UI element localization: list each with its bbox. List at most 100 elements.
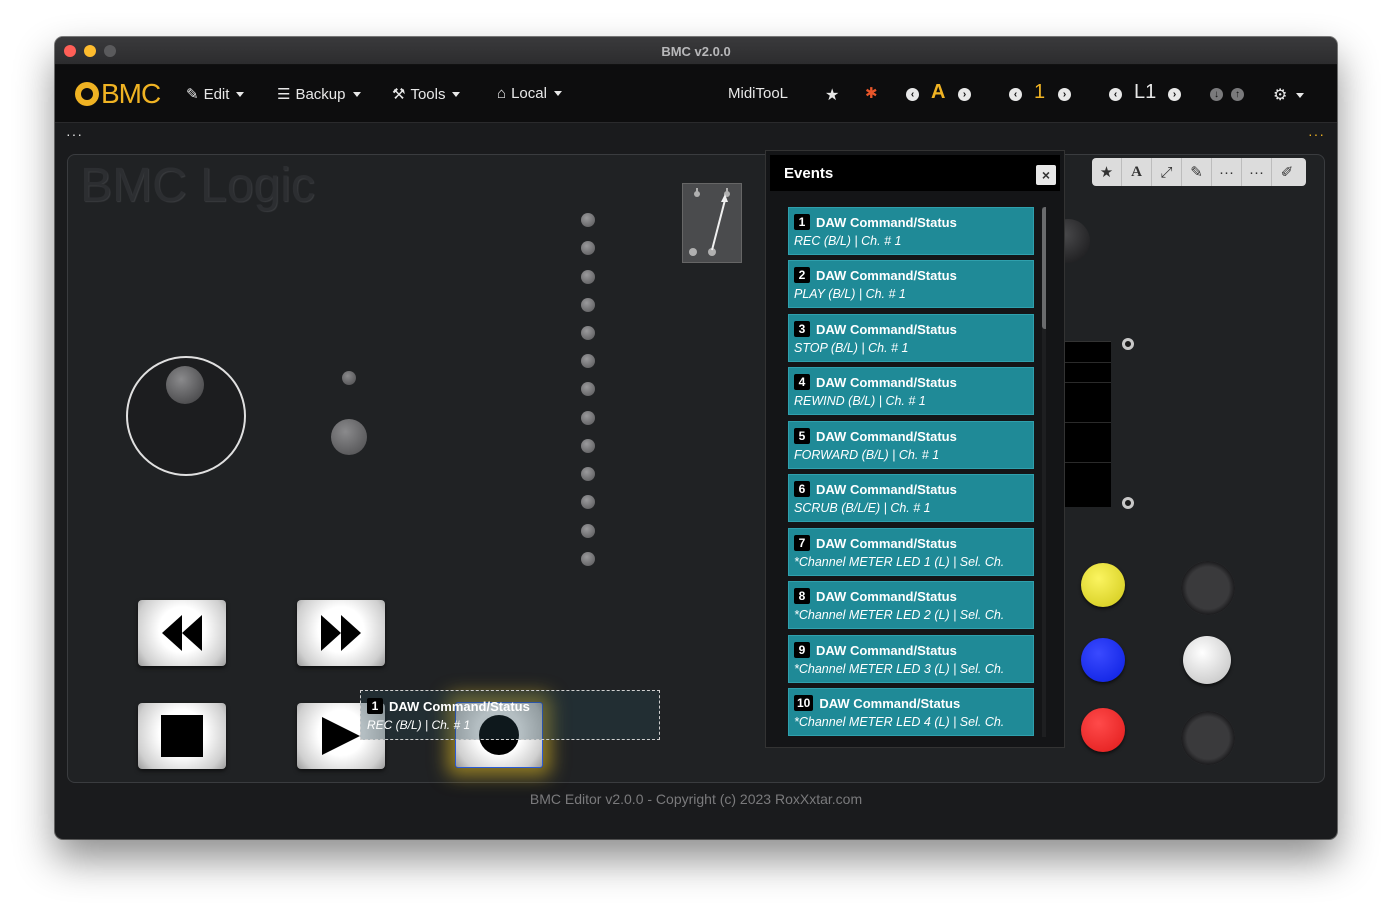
close-icon[interactable]: × — [1036, 165, 1056, 185]
event-item[interactable]: 1 DAW Command/Status REC (B/L) | Ch. # 1 — [788, 207, 1034, 255]
event-title: 5 DAW Command/Status — [794, 428, 957, 444]
events-list: 1 DAW Command/Status REC (B/L) | Ch. # 1 … — [784, 207, 1046, 737]
ellipsis-icon[interactable]: ··· — [1212, 158, 1242, 186]
white-led-button[interactable] — [1183, 636, 1231, 684]
event-item[interactable]: 2 DAW Command/Status PLAY (B/L) | Ch. # 1 — [788, 260, 1034, 308]
event-title: 10 DAW Command/Status — [794, 695, 960, 711]
bmc-logo[interactable]: BMC — [75, 78, 161, 109]
lcd-display[interactable] — [1065, 341, 1111, 507]
dark-button[interactable] — [1181, 711, 1235, 765]
bank-next-icon[interactable]: › — [1058, 88, 1071, 101]
star-icon[interactable]: ★ — [1092, 158, 1122, 186]
led-dot[interactable] — [581, 213, 595, 227]
sync-up-icon[interactable]: ↑ — [1231, 88, 1244, 101]
event-number: 9 — [794, 642, 810, 658]
dark-button[interactable] — [1181, 561, 1235, 615]
led-dot[interactable] — [581, 467, 595, 481]
menu-backup-label: Backup — [295, 85, 346, 103]
led-dot[interactable] — [581, 411, 595, 425]
logo-icon — [75, 82, 99, 106]
small-led[interactable] — [342, 371, 356, 385]
menu-local[interactable]: ⌂ Local — [497, 85, 562, 102]
forward-button[interactable] — [297, 600, 385, 666]
event-subtitle: SCRUB (B/L/E) | Ch. # 1 — [794, 501, 931, 515]
scrollbar-thumb[interactable] — [1042, 207, 1046, 329]
stop-icon — [161, 715, 203, 757]
bank-number: 1 — [1034, 81, 1046, 103]
event-title-text: DAW Command/Status — [816, 642, 957, 658]
layer-next-icon[interactable]: › — [1168, 88, 1181, 101]
chevron-down-icon[interactable] — [1296, 93, 1304, 98]
event-title-text: DAW Command/Status — [819, 695, 961, 711]
event-item[interactable]: 4 DAW Command/Status REWIND (B/L) | Ch. #… — [788, 367, 1034, 415]
led-dot[interactable] — [581, 354, 595, 368]
chevron-down-icon — [553, 91, 562, 96]
joystick-knob[interactable] — [166, 366, 204, 404]
logo-text: BMC — [101, 78, 161, 109]
event-item[interactable]: 8 DAW Command/Status *Channel METER LED 2… — [788, 581, 1034, 629]
red-led-button[interactable] — [1081, 708, 1125, 752]
led-dot[interactable] — [581, 382, 595, 396]
event-item[interactable]: 7 DAW Command/Status *Channel METER LED 1… — [788, 528, 1034, 576]
joystick[interactable] — [126, 356, 246, 476]
pot-knob[interactable] — [331, 419, 367, 455]
yellow-led-button[interactable] — [1081, 563, 1125, 607]
edit-icon[interactable]: ✐ — [1272, 158, 1302, 186]
events-title: Events — [784, 165, 834, 182]
led-dot[interactable] — [581, 552, 595, 566]
menu-backup[interactable]: ☰ Backup — [277, 85, 361, 103]
lcd-divider — [1065, 462, 1111, 463]
selected-event-title: 1 DAW Command/Status — [367, 698, 530, 714]
event-title-text: DAW Command/Status — [816, 535, 957, 551]
plug-icon[interactable]: ✎ — [1182, 158, 1212, 186]
event-item[interactable]: 5 DAW Command/Status FORWARD (B/L) | Ch. … — [788, 421, 1034, 469]
gear-icon[interactable]: ⚙ — [1273, 85, 1287, 105]
ellipsis-icon[interactable]: ··· — [1242, 158, 1272, 186]
led-dot[interactable] — [581, 524, 595, 538]
events-scrollbar[interactable] — [1042, 207, 1046, 737]
preset-next-icon[interactable]: › — [958, 88, 971, 101]
selected-event-tooltip: 1 DAW Command/Status REC (B/L) | Ch. # 1 — [360, 690, 660, 740]
event-item[interactable]: 3 DAW Command/Status STOP (B/L) | Ch. # 1 — [788, 314, 1034, 362]
bank-prev-icon[interactable]: ‹ — [1009, 88, 1022, 101]
chart-icon[interactable]: ⤢ — [1152, 158, 1182, 186]
sync-down-icon[interactable]: ↓ — [1210, 88, 1223, 101]
menu-tools[interactable]: ⚒ Tools — [392, 85, 461, 103]
led-dot[interactable] — [581, 298, 595, 312]
led-dot[interactable] — [581, 439, 595, 453]
event-title: 8 DAW Command/Status — [794, 588, 957, 604]
toggle-switch[interactable] — [682, 183, 742, 263]
font-icon[interactable]: A — [1122, 158, 1152, 186]
bug-icon[interactable]: ✱ — [865, 84, 878, 102]
navbar: BMC ✎ Edit ☰ Backup ⚒ Tools ⌂ Local Midi… — [55, 65, 1337, 123]
rewind-button[interactable] — [138, 600, 226, 666]
chevron-down-icon — [236, 91, 245, 97]
event-number: 2 — [794, 267, 810, 283]
event-title-text: DAW Command/Status — [816, 267, 957, 283]
event-title-text: DAW Command/Status — [816, 428, 957, 444]
left-more-icon[interactable]: ··· — [66, 126, 83, 142]
layer-prev-icon[interactable]: ‹ — [1109, 88, 1122, 101]
star-icon[interactable]: ★ — [825, 85, 839, 105]
event-title-text: DAW Command/Status — [816, 481, 957, 497]
led-dot[interactable] — [581, 495, 595, 509]
chevron-down-icon — [352, 91, 361, 97]
event-title: 3 DAW Command/Status — [794, 321, 957, 337]
event-item[interactable]: 10 DAW Command/Status *Channel METER LED … — [788, 688, 1034, 736]
event-item[interactable]: 9 DAW Command/Status *Channel METER LED 3… — [788, 635, 1034, 683]
preset-prev-icon[interactable]: ‹ — [906, 88, 919, 101]
events-header: Events × — [770, 155, 1060, 191]
blue-led-button[interactable] — [1081, 638, 1125, 682]
event-title: 1 DAW Command/Status — [794, 214, 957, 230]
event-title-text: DAW Command/Status — [816, 321, 957, 337]
preset-letter: A — [931, 81, 946, 103]
event-number: 1 — [794, 214, 810, 230]
led-dot[interactable] — [581, 241, 595, 255]
stop-button[interactable] — [138, 703, 226, 769]
right-more-icon[interactable]: ··· — [1308, 126, 1325, 142]
menu-edit[interactable]: ✎ Edit — [186, 85, 245, 103]
led-dot[interactable] — [581, 326, 595, 340]
event-number: 8 — [794, 588, 810, 604]
led-dot[interactable] — [581, 270, 595, 284]
event-item[interactable]: 6 DAW Command/Status SCRUB (B/L/E) | Ch. … — [788, 474, 1034, 522]
